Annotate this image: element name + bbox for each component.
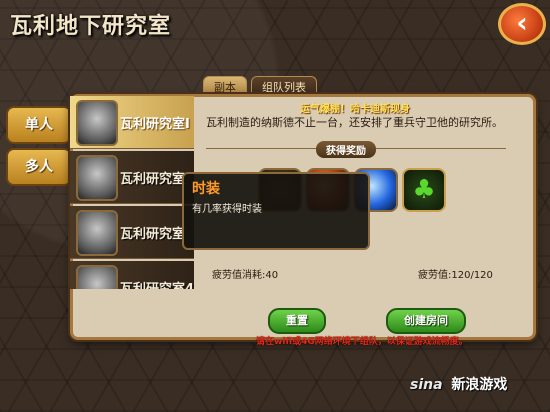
fatigue-total: 疲劳值:120/120 — [418, 270, 493, 281]
fatigue-cost: 疲劳值消耗:40 — [212, 270, 279, 281]
dungeon-item-3[interactable]: 瓦利研究室 — [70, 206, 194, 259]
dungeon-label: 瓦利研究室I — [120, 117, 190, 132]
reward-title: 获得奖励 — [316, 141, 376, 158]
back-button[interactable]: ‹ — [498, 3, 546, 45]
dungeon-list: 瓦利研究室I 瓦利研究室 瓦利研究室 瓦利研究室4 — [70, 96, 194, 289]
sina-logo: sina — [410, 377, 443, 393]
watermark-text: 新浪游戏 — [451, 377, 508, 393]
robot-avatar — [76, 100, 118, 146]
dungeon-item-1[interactable]: 瓦利研究室I — [70, 96, 194, 149]
lucky-banner: 运气爆棚！哈卡迪斯现身 — [300, 104, 410, 115]
dungeon-label: 瓦利研究室4 — [120, 278, 194, 289]
dungeon-item-2[interactable]: 瓦利研究室 — [70, 151, 194, 204]
item-tooltip: 时装 有几率获得时装 — [182, 172, 370, 250]
robot-avatar — [76, 155, 118, 201]
page-title: 瓦利地下研究室 — [10, 14, 172, 39]
dungeon-description: 瓦利制造的纳斯德不止一台，还安排了重兵守卫他的研究所。 — [206, 116, 503, 129]
side-tab-multi[interactable]: 多人 — [6, 148, 72, 186]
create-room-button[interactable]: 创建房间 — [386, 308, 466, 334]
dungeon-label: 瓦利研究室 — [120, 172, 186, 187]
side-tab-single[interactable]: 单人 — [6, 106, 72, 144]
robot-avatar — [76, 210, 118, 256]
tooltip-title: 时装 — [192, 181, 220, 197]
sina-watermark: sina 新浪游戏 — [410, 374, 507, 394]
dungeon-label: 瓦利研究室 — [120, 227, 186, 242]
reset-button[interactable]: 重置 — [268, 308, 326, 334]
robot-avatar — [76, 265, 118, 289]
dungeon-item-4[interactable]: 瓦利研究室4 — [70, 261, 194, 289]
clover-icon[interactable]: ♣ — [402, 168, 446, 212]
tooltip-text: 有几率获得时装 — [192, 204, 262, 215]
chevron-left-icon: ‹ — [516, 6, 528, 39]
network-notice: 请在wifi或4G网络环境下组队，以保证游戏流畅度。 — [256, 337, 468, 347]
